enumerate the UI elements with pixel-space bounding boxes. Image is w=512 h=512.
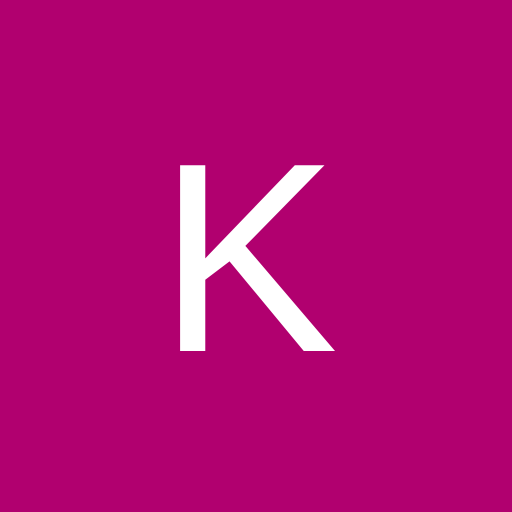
avatar-initial: K (157, 108, 339, 409)
avatar: K (0, 0, 512, 512)
